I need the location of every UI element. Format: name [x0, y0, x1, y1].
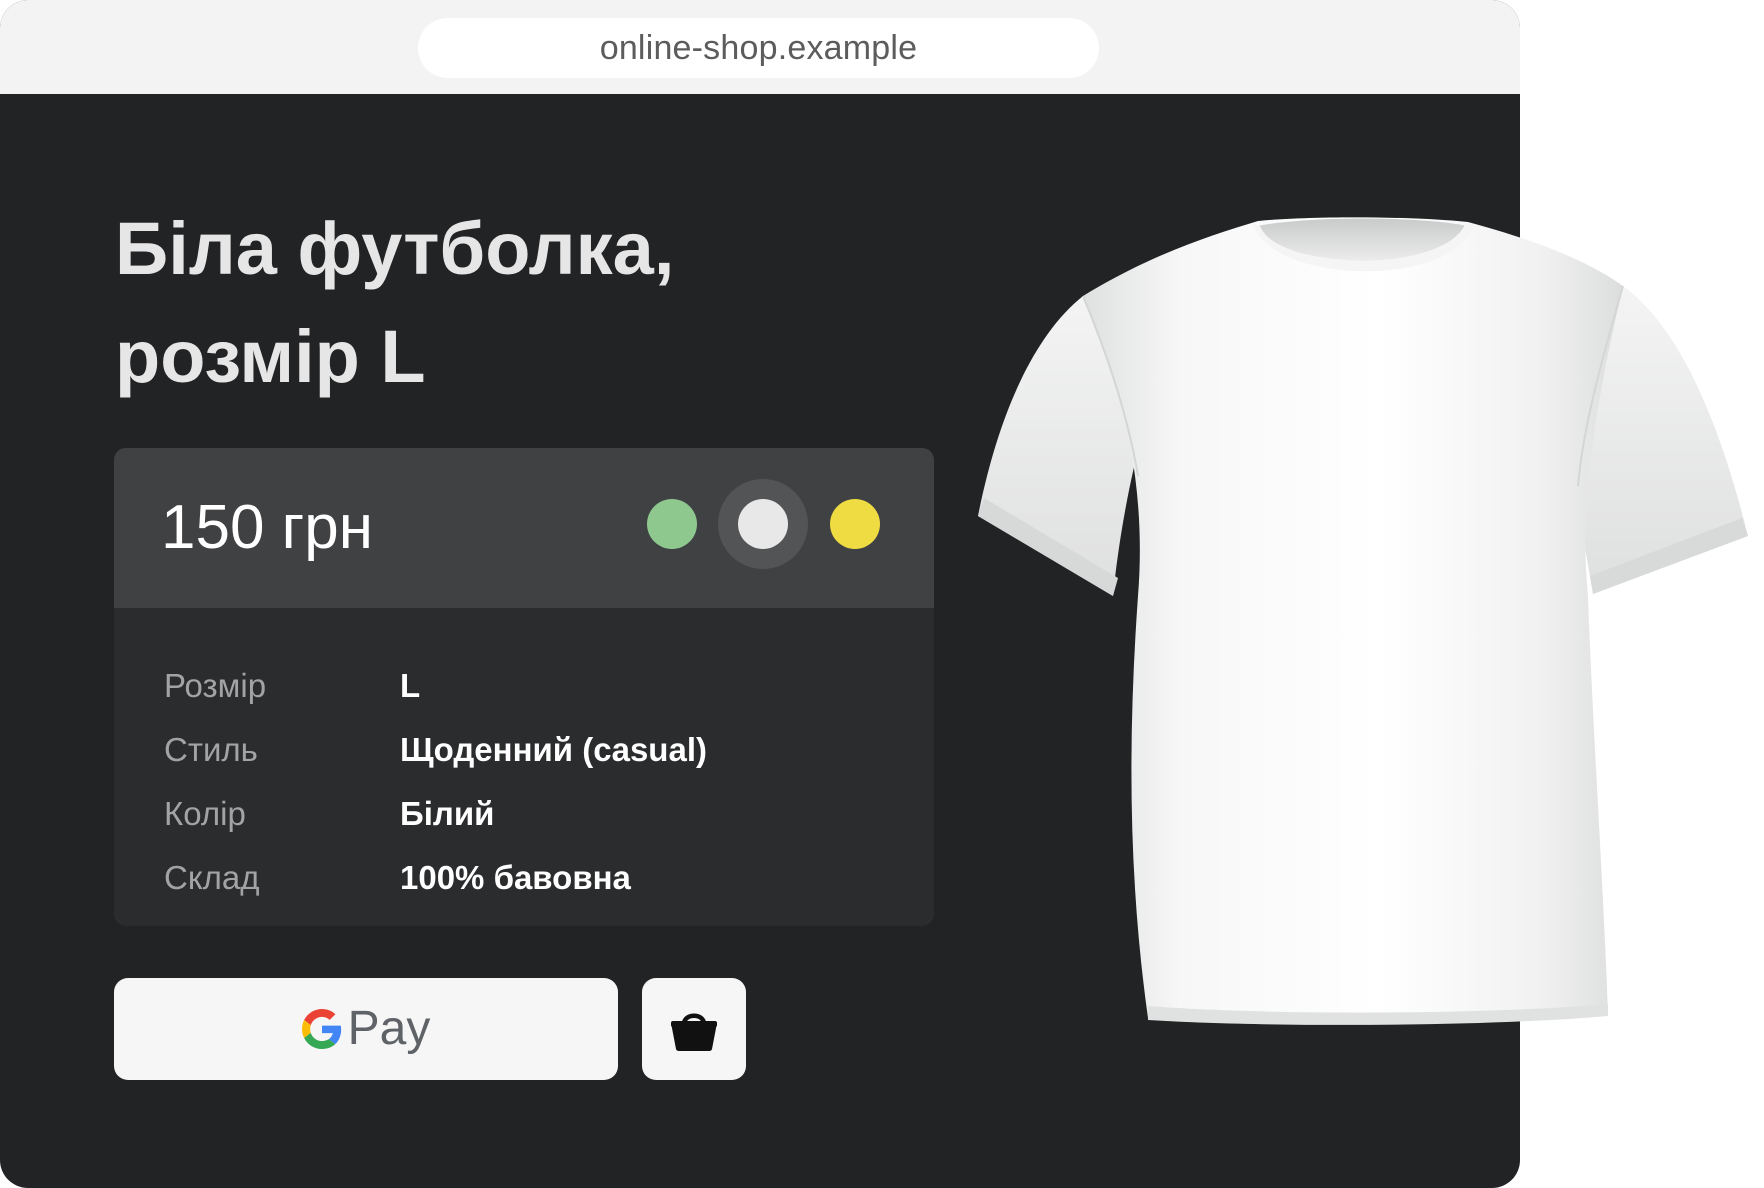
url-text: online-shop.example: [599, 28, 918, 67]
spec-label: Склад: [164, 859, 260, 896]
spec-value: Білий: [400, 795, 495, 832]
spec-row-size: Розмір L: [164, 654, 904, 718]
address-bar[interactable]: online-shop.example: [418, 18, 1099, 78]
spec-label: Колір: [164, 795, 246, 832]
google-pay-button[interactable]: Pay: [114, 978, 618, 1080]
color-swatch-yellow[interactable]: [830, 499, 880, 549]
google-g-icon: [301, 1009, 341, 1049]
add-to-basket-button[interactable]: [642, 978, 746, 1080]
product-title-line-2: розмір L: [115, 315, 426, 398]
spec-row-style: Стиль Щоденний (casual): [164, 718, 904, 782]
spec-value: Щоденний (casual): [400, 731, 707, 768]
spec-list: Розмір L Стиль Щоденний (casual) Колір Б…: [164, 654, 904, 910]
spec-value: 100% бавовна: [400, 859, 631, 896]
google-pay-label: Pay: [347, 1002, 431, 1055]
color-swatch-selected-ring[interactable]: [718, 479, 808, 569]
product-details-card: 150 грн Розмір L Стиль Щоденний (casual)…: [114, 448, 934, 926]
spec-row-color: Колір Білий: [164, 782, 904, 846]
shopping-basket-icon: [671, 1013, 717, 1051]
price-header: 150 грн: [114, 448, 934, 608]
white-t-shirt-image: [978, 217, 1748, 1025]
browser-toolbar: online-shop.example: [0, 0, 1520, 94]
product-title-line-1: Біла футболка,: [115, 207, 675, 290]
spec-label: Розмір: [164, 667, 267, 704]
product-title: Біла футболка, розмір L: [115, 195, 875, 411]
product-price: 150 грн: [161, 493, 374, 562]
spec-value: L: [400, 667, 421, 704]
color-swatch-white[interactable]: [738, 499, 788, 549]
color-swatch-green[interactable]: [647, 499, 697, 549]
spec-label: Стиль: [164, 731, 258, 768]
spec-row-composition: Склад 100% бавовна: [164, 846, 904, 910]
